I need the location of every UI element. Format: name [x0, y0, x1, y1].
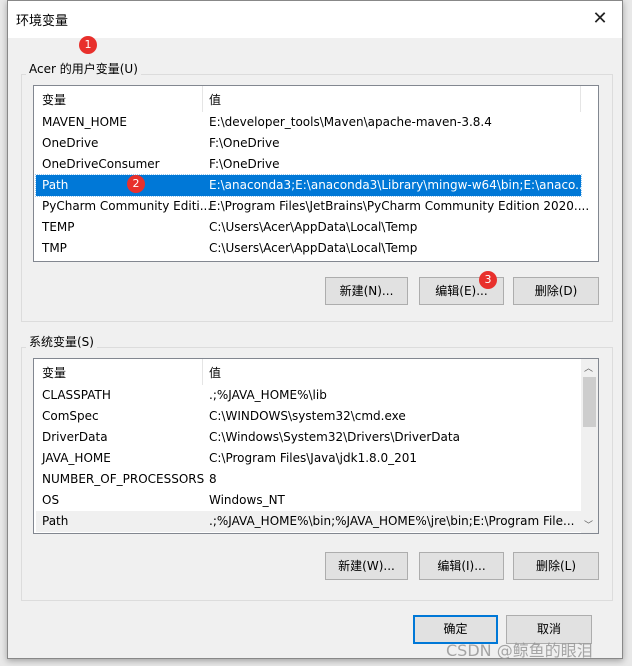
title-bar: 环境变量 ✕ — [8, 1, 622, 38]
table-row[interactable]: OneDrive F:\OneDrive — [36, 133, 581, 154]
table-row[interactable]: TMP C:\Users\Acer\AppData\Local\Temp — [36, 238, 581, 259]
scrollbar[interactable]: ︿ ﹀ — [581, 359, 598, 533]
user-variables-label: Acer 的用户变量(U) — [26, 60, 141, 77]
variable-value: C:\WINDOWS\system32\cmd.exe — [209, 409, 406, 423]
variable-name: TEMP — [42, 220, 75, 234]
variable-value: .;%JAVA_HOME%\bin;%JAVA_HOME%\jre\bin;E:… — [209, 514, 575, 528]
table-row[interactable]: PyCharm Community Editi... E:\Program Fil… — [36, 196, 589, 217]
variable-name: ComSpec — [42, 409, 99, 423]
variable-value: E:\developer_tools\Maven\apache-maven-3.… — [209, 115, 492, 129]
column-header-variable[interactable]: 变量 — [42, 364, 66, 381]
variable-value: E:\anaconda3;E:\anaconda3\Library\mingw-… — [209, 178, 587, 192]
table-row[interactable]: Path .;%JAVA_HOME%\bin;%JAVA_HOME%\jre\bi… — [36, 511, 581, 532]
variable-name: Path — [42, 178, 69, 192]
table-row[interactable]: OneDriveConsumer F:\OneDrive — [36, 154, 581, 175]
scrollbar-thumb[interactable] — [583, 377, 596, 427]
variable-value: .;%JAVA_HOME%\lib — [209, 388, 327, 402]
variable-name: JAVA_HOME — [42, 451, 111, 465]
variable-name: NUMBER_OF_PROCESSORS — [42, 472, 205, 486]
annotation-badge-3: 3 — [479, 271, 497, 289]
variable-name: OneDrive — [42, 136, 99, 150]
table-row[interactable]: MAVEN_HOME E:\developer_tools\Maven\apach… — [36, 112, 581, 133]
variable-value: F:\OneDrive — [209, 157, 280, 171]
watermark: CSDN @鲸鱼的眼泪 — [446, 641, 593, 660]
variable-value: Windows_NT — [209, 493, 285, 507]
column-header-value[interactable]: 值 — [209, 91, 221, 108]
system-delete-button[interactable]: 删除(L) — [513, 552, 599, 580]
variable-name: PyCharm Community Editi... — [42, 199, 212, 213]
table-row[interactable]: TEMP C:\Users\Acer\AppData\Local\Temp — [36, 217, 581, 238]
variable-value: C:\Users\Acer\AppData\Local\Temp — [209, 220, 418, 234]
variable-name: CLASSPATH — [42, 388, 111, 402]
table-row[interactable]: NUMBER_OF_PROCESSORS 8 — [36, 469, 581, 490]
variable-name: Path — [42, 514, 69, 528]
system-variables-list[interactable]: 变量 值 CLASSPATH .;%JAVA_HOME%\lib ComSpec C:… — [33, 358, 599, 534]
system-new-button[interactable]: 新建(W)... — [325, 552, 408, 580]
table-row[interactable]: JAVA_HOME C:\Program Files\Java\jdk1.8.0_… — [36, 448, 581, 469]
variable-value: E:\Program Files\JetBrains\PyCharm Commu… — [209, 199, 590, 213]
table-row[interactable]: DriverData C:\Windows\System32\Drivers\Dr… — [36, 427, 581, 448]
user-delete-button[interactable]: 删除(D) — [513, 277, 599, 305]
close-icon[interactable]: ✕ — [586, 5, 614, 33]
variable-name: OneDriveConsumer — [42, 157, 160, 171]
annotation-badge-2: 2 — [127, 175, 145, 193]
table-row[interactable]: ComSpec C:\WINDOWS\system32\cmd.exe — [36, 406, 581, 427]
variable-value: C:\Windows\System32\Drivers\DriverData — [209, 430, 460, 444]
table-row[interactable]: Path E:\anaconda3;E:\anaconda3\Library\mi… — [35, 174, 587, 197]
table-row[interactable]: CLASSPATH .;%JAVA_HOME%\lib — [36, 385, 581, 406]
system-variables-label: 系统变量(S) — [26, 333, 97, 350]
variable-value: F:\OneDrive — [209, 136, 280, 150]
user-variables-list[interactable]: 变量 值 MAVEN_HOME E:\developer_tools\Maven\… — [33, 85, 599, 262]
column-header-value[interactable]: 值 — [209, 364, 221, 381]
user-new-button[interactable]: 新建(N)... — [325, 277, 408, 305]
environment-variables-dialog: 环境变量 ✕ Acer 的用户变量(U) 变量 值 MAVEN_HOME E:\d… — [7, 0, 623, 659]
column-header-variable[interactable]: 变量 — [42, 91, 66, 108]
variable-name: TMP — [42, 241, 67, 255]
variable-name: OS — [42, 493, 60, 507]
variable-value: C:\Users\Acer\AppData\Local\Temp — [209, 241, 418, 255]
table-row[interactable]: OS Windows_NT — [36, 490, 581, 511]
variable-name: MAVEN_HOME — [42, 115, 127, 129]
variable-value: 8 — [209, 472, 217, 486]
list-header: 变量 值 — [34, 359, 598, 385]
variable-value: C:\Program Files\Java\jdk1.8.0_201 — [209, 451, 418, 465]
scroll-up-icon[interactable]: ︿ — [584, 361, 593, 374]
window-title: 环境变量 — [16, 14, 69, 29]
system-edit-button[interactable]: 编辑(I)... — [419, 552, 504, 580]
list-header: 变量 值 — [34, 86, 598, 112]
scroll-down-icon[interactable]: ﹀ — [584, 518, 593, 531]
annotation-badge-1: 1 — [79, 36, 97, 54]
variable-name: DriverData — [42, 430, 108, 444]
